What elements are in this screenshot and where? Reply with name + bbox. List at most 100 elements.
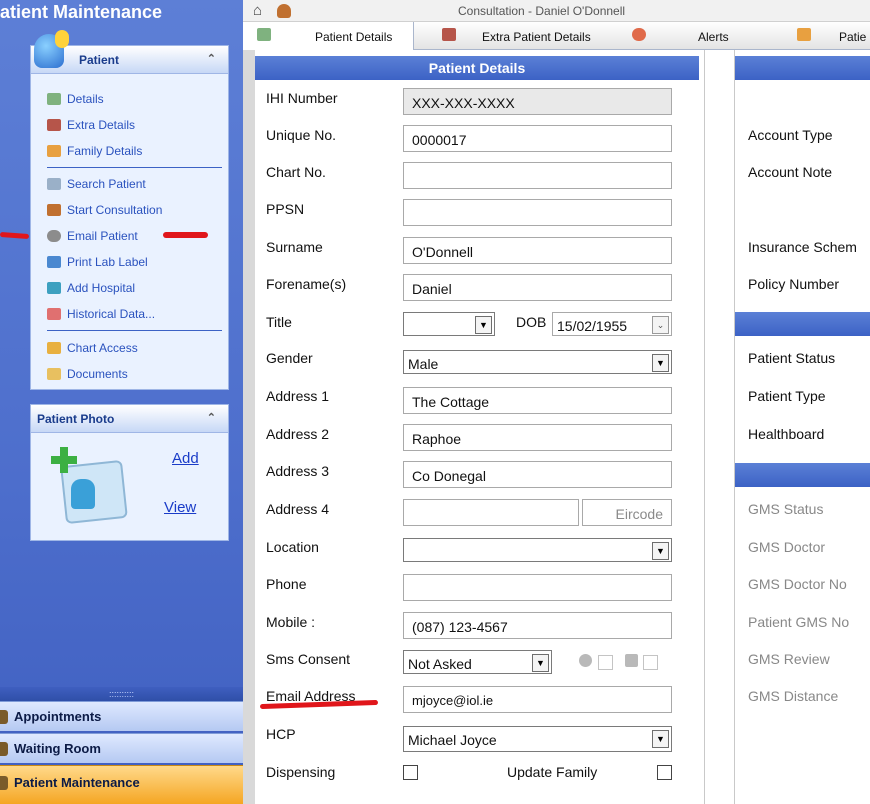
dob-value: 15/02/1955 [557,318,628,334]
location-select[interactable]: ▼ [403,538,672,562]
address3-label: Address 3 [266,463,330,479]
sidebar-item-label: Add Hospital [67,281,136,295]
splitter-grip[interactable]: :::::::::: [0,687,243,701]
surname-label: Surname [266,239,323,255]
window-title: Consultation - Daniel O'Donnell [458,4,626,18]
sidebar-item-extra-details[interactable]: Extra Details [47,118,222,138]
forename-field[interactable]: Daniel [403,274,672,301]
unique-no-field[interactable]: 0000017 [403,125,672,152]
collapse-chevron-icon[interactable]: ⌃ [207,411,216,424]
nav-appointments-button[interactable]: Appointments [0,701,243,731]
sidebar-item-add-hospital[interactable]: Add Hospital [47,281,222,301]
tab-patient-more[interactable]: Patie [797,22,870,50]
dropdown-arrow-icon[interactable]: ▼ [652,542,669,560]
sidebar-item-label: Print Lab Label [67,255,148,269]
title-label: Title [266,314,292,330]
sms-consent-label: Sms Consent [266,651,351,667]
nav-label: Waiting Room [14,741,101,756]
dropdown-arrow-icon[interactable]: ▼ [532,654,549,672]
tab-patient-details[interactable]: Patient Details [243,22,414,50]
nav-label: Appointments [14,709,102,724]
address2-field[interactable]: Raphoe [403,424,672,451]
dropdown-arrow-icon[interactable]: ▼ [652,354,669,372]
dropdown-arrow-icon[interactable]: ▼ [652,730,669,748]
gms-doctor-label: GMS Doctor [748,539,826,555]
nav-patient-maintenance-button[interactable]: Patient Maintenance [0,765,243,804]
tab-label: Extra Patient Details [482,30,591,44]
dispensing-checkbox[interactable] [403,765,418,780]
consultation-icon [47,204,61,216]
healthboard-label: Healthboard [748,426,825,442]
tab-extra-patient-details[interactable]: Extra Patient Details [442,22,632,50]
surname-field[interactable]: O'Donnell [403,237,672,264]
home-icon[interactable]: ⌂ [253,2,262,19]
eircode-field[interactable]: Eircode [582,499,672,526]
update-family-checkbox[interactable] [657,765,672,780]
hcp-select[interactable]: Michael Joyce ▼ [403,726,672,752]
email-address-field[interactable]: mjoyce@iol.ie [403,686,672,713]
sidebar-item-chart-access[interactable]: Chart Access [47,341,222,361]
calendar-dropdown-icon[interactable]: ⌄ [652,316,669,334]
tab-label: Patient Details [315,30,393,44]
add-photo-link[interactable]: Add [172,450,199,467]
ihi-number-field[interactable]: XXX-XXX-XXXX [403,88,672,115]
gender-select[interactable]: Male ▼ [403,350,672,374]
title-select[interactable]: ▼ [403,312,495,336]
collapse-chevron-icon[interactable]: ⌃ [207,52,216,65]
account-type-label: Account Type [748,127,833,143]
sms-consent-select[interactable]: Not Asked ▼ [403,650,552,674]
lightbulb-icon [55,30,69,48]
address1-field[interactable]: The Cottage [403,387,672,414]
sidebar-item-historical-data[interactable]: Historical Data... [47,307,222,327]
sidebar: atient Maintenance Patient ⌃ Details Ext… [0,0,243,804]
sms-consent-value: Not Asked [408,656,472,672]
consultation-icon[interactable] [277,4,291,18]
account-note-label: Account Note [748,164,833,180]
patient-photo-placeholder-icon [49,445,129,525]
phone-field[interactable] [403,574,672,601]
sidebar-item-details[interactable]: Details [47,92,222,112]
patient-photo-header[interactable]: Patient Photo ⌃ [31,405,228,433]
sidebar-item-label: Details [67,92,104,106]
sidebar-item-label: Family Details [67,144,143,158]
details-icon [47,93,61,105]
address1-label: Address 1 [266,388,330,404]
forename-label: Forename(s) [266,276,347,292]
sidebar-item-start-consultation[interactable]: Start Consultation [47,203,222,223]
tab-label: Alerts [698,30,729,44]
sidebar-item-family-details[interactable]: Family Details [47,144,222,164]
insurance-scheme-label: Insurance Schem [748,239,857,255]
sms-checkbox[interactable] [598,655,613,670]
nav-waiting-room-button[interactable]: Waiting Room [0,733,243,763]
form-left-border [243,50,255,804]
tab-alerts[interactable]: Alerts [632,22,782,50]
historical-icon [47,308,61,320]
divider [47,330,222,331]
family-icon [797,28,811,41]
appointments-icon [0,710,8,724]
sidebar-item-search-patient[interactable]: Search Patient [47,177,222,197]
dispensing-label: Dispensing [266,764,336,780]
sidebar-title: atient Maintenance [0,2,163,22]
phone-icon [625,654,638,667]
dob-date-picker[interactable]: 15/02/1955 ⌄ [552,312,672,336]
view-photo-link[interactable]: View [164,499,196,516]
sidebar-item-print-lab-label[interactable]: Print Lab Label [47,255,222,275]
patient-details-form: Patient Details IHI Number XXX-XXX-XXXX … [255,50,705,804]
update-family-label: Update Family [507,764,598,780]
chart-no-field[interactable] [403,162,672,189]
documents-icon [47,368,61,380]
sidebar-item-documents[interactable]: Documents [47,367,222,387]
dropdown-arrow-icon[interactable]: ▼ [475,316,492,334]
status-section-header [735,312,870,336]
ppsn-field[interactable] [403,199,672,226]
sidebar-item-label: Email Patient [67,229,138,243]
phone-consent-checkbox[interactable] [643,655,658,670]
gender-value: Male [408,356,439,372]
address3-field[interactable]: Co Donegal [403,461,672,488]
sidebar-item-label: Documents [67,367,128,381]
address4-field[interactable] [403,499,579,526]
email-icon [47,230,61,242]
mobile-field[interactable]: (087) 123-4567 [403,612,672,639]
sidebar-item-label: Historical Data... [67,307,156,321]
